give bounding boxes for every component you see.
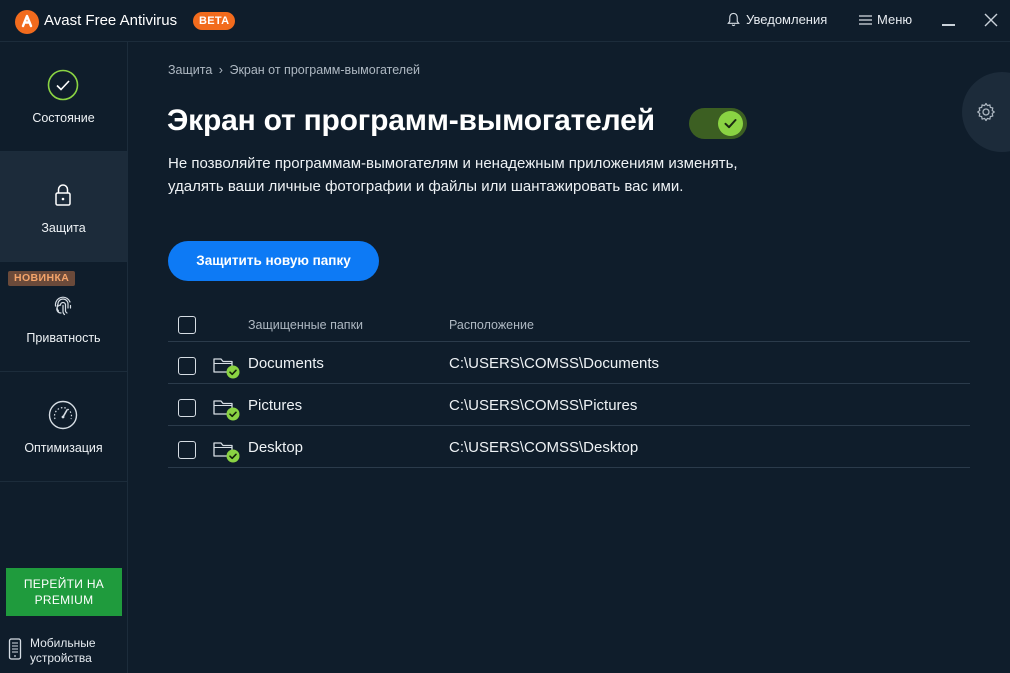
breadcrumb: Защита › Экран от программ-вымогателей xyxy=(168,63,420,77)
table-header: Защищенные папки Расположение xyxy=(168,300,970,342)
description: Не позволяйте программам-вымогателям и н… xyxy=(168,155,738,195)
page-title: Экран от программ-вымогателей xyxy=(167,104,655,137)
premium-button-label: ПЕРЕЙТИ НА PREMIUM xyxy=(23,577,105,607)
mobile-label-line1: Мобильные xyxy=(30,636,96,650)
check-circle-icon xyxy=(47,69,79,101)
folder-name: Desktop xyxy=(248,439,304,456)
avast-logo-icon xyxy=(15,10,39,34)
notifications-label: Уведомления xyxy=(746,12,828,27)
breadcrumb-separator: › xyxy=(218,63,223,77)
table-row[interactable]: Pictures C:\USERS\COMSS\Pictures xyxy=(168,384,970,426)
protected-folder-icon xyxy=(213,358,240,379)
protected-folder-icon xyxy=(213,442,240,463)
protected-folder-icon xyxy=(213,400,240,421)
mobile-devices-link[interactable]: Мобильные устройства xyxy=(8,636,96,666)
new-badge: НОВИНКА xyxy=(8,271,76,286)
protected-folders-table: Защищенные папки Расположение Documents … xyxy=(168,300,970,468)
speedometer-icon xyxy=(48,400,78,430)
fingerprint-icon xyxy=(54,296,72,316)
check-icon xyxy=(724,119,737,129)
row-checkbox[interactable] xyxy=(178,399,196,417)
sidebar: Состояние Защита Приватность Оптимизация… xyxy=(0,42,128,673)
breadcrumb-parent[interactable]: Защита xyxy=(168,63,212,77)
menu-button[interactable]: Меню xyxy=(859,12,912,27)
sidebar-item-label: Состояние xyxy=(32,111,95,125)
row-checkbox[interactable] xyxy=(178,441,196,459)
sidebar-item-status[interactable]: Состояние xyxy=(0,42,127,152)
ransomware-shield-toggle[interactable] xyxy=(689,108,747,139)
sidebar-item-optimization[interactable]: Оптимизация xyxy=(0,372,127,482)
protect-new-folder-button[interactable]: Защитить новую папку xyxy=(168,241,379,281)
folder-location: C:\USERS\COMSS\Desktop xyxy=(449,439,639,456)
folder-location: C:\USERS\COMSS\Documents xyxy=(449,355,660,372)
table-row[interactable]: Documents C:\USERS\COMSS\Documents xyxy=(168,342,970,384)
go-premium-button[interactable]: ПЕРЕЙТИ НА PREMIUM xyxy=(6,568,122,616)
minimize-button[interactable] xyxy=(942,24,955,26)
title-bar: Avast Free Antivirus BETA Уведомления Ме… xyxy=(0,0,1010,42)
close-icon[interactable] xyxy=(984,13,998,27)
settings-button[interactable] xyxy=(962,72,1010,152)
mobile-label-line2: устройства xyxy=(30,651,92,665)
app-title: Avast Free Antivirus xyxy=(44,12,178,29)
breadcrumb-current: Экран от программ-вымогателей xyxy=(229,63,421,77)
folder-location: C:\USERS\COMSS\Pictures xyxy=(449,397,638,414)
toggle-knob xyxy=(718,111,743,136)
column-header-location: Расположение xyxy=(449,318,534,332)
select-all-checkbox[interactable] xyxy=(178,316,196,334)
menu-label: Меню xyxy=(877,12,913,27)
gear-icon xyxy=(977,102,995,122)
table-row[interactable]: Desktop C:\USERS\COMSS\Desktop xyxy=(168,426,970,468)
column-header-folders: Защищенные папки xyxy=(248,318,364,332)
folder-name: Documents xyxy=(248,355,324,372)
phone-icon xyxy=(8,638,22,660)
beta-badge: BETA xyxy=(193,12,236,30)
notifications-button[interactable]: Уведомления xyxy=(726,12,827,27)
sidebar-item-label: Приватность xyxy=(26,331,101,345)
row-checkbox[interactable] xyxy=(178,357,196,375)
folder-name: Pictures xyxy=(248,397,303,414)
sidebar-item-label: Защита xyxy=(41,221,86,235)
lock-icon xyxy=(55,184,71,206)
sidebar-item-protection[interactable]: Защита xyxy=(0,152,127,262)
hamburger-icon xyxy=(859,14,872,25)
sidebar-item-label: Оптимизация xyxy=(24,441,103,455)
bell-icon xyxy=(727,12,740,27)
